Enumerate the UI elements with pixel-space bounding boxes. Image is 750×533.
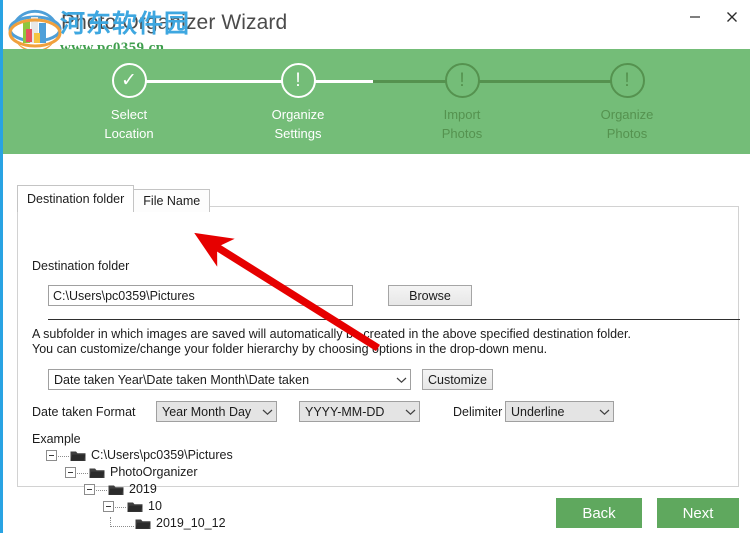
stepper-step-label: Select Location: [104, 107, 154, 141]
tab-destination-folder[interactable]: Destination folder: [17, 185, 135, 212]
tree-node[interactable]: 2019_10_12: [32, 515, 233, 532]
tree-node-label: C:\Users\pc0359\Pictures: [91, 448, 233, 462]
main-content: Destination folder File Name Destination…: [3, 154, 750, 533]
tree-line: [115, 506, 126, 508]
stepper-connector-1: [129, 80, 298, 83]
tree-line: [96, 489, 107, 491]
stepper-step-label: Organize Settings: [271, 107, 325, 141]
folder-icon: [127, 501, 143, 513]
stepper-step-label: Import Photos: [441, 107, 483, 141]
example-label: Example: [32, 432, 81, 446]
chevron-down-icon: [596, 408, 613, 416]
date-format-select[interactable]: Year Month Day: [156, 401, 277, 422]
destination-folder-input[interactable]: [48, 285, 353, 306]
tree-node-label: PhotoOrganizer: [110, 465, 198, 479]
tab-file-name[interactable]: File Name: [133, 189, 211, 212]
delimiter-value: Underline: [511, 404, 565, 419]
stepper-step-import-photos[interactable]: ! Import Photos: [397, 63, 527, 143]
tree-node[interactable]: C:\Users\pc0359\Pictures: [32, 447, 233, 464]
date-pattern-select[interactable]: YYYY-MM-DD: [299, 401, 420, 422]
chevron-down-icon: [393, 376, 410, 384]
exclamation-icon: !: [609, 63, 645, 98]
tree-node-label: 2019_10_12: [156, 516, 226, 530]
date-format-value: Year Month Day: [162, 404, 252, 419]
title-bar: Photo Organizer Wizard: [3, 0, 750, 49]
folder-icon: [70, 450, 86, 462]
date-taken-format-label: Date taken Format: [32, 405, 136, 419]
page-title: Photo Organizer Wizard: [61, 11, 288, 34]
customize-button[interactable]: Customize: [422, 369, 493, 390]
chevron-down-icon: [259, 408, 276, 416]
example-folder-tree: C:\Users\pc0359\Pictures PhotoOrganizer: [32, 447, 233, 532]
description-line-1: A subfolder in which images are saved wi…: [32, 327, 631, 341]
minimize-icon[interactable]: [676, 2, 713, 32]
tree-node[interactable]: 2019: [32, 481, 233, 498]
hierarchy-description: A subfolder in which images are saved wi…: [32, 327, 732, 357]
description-line-2: You can customize/change your folder hie…: [32, 342, 548, 356]
next-button[interactable]: Next: [657, 498, 739, 528]
stepper-step-label: Organize Photos: [600, 107, 654, 141]
stepper-step-organize-photos[interactable]: ! Organize Photos: [562, 63, 692, 143]
folder-hierarchy-select[interactable]: Date taken Year\Date taken Month\Date ta…: [48, 369, 411, 390]
section-divider: [48, 319, 740, 320]
tree-node[interactable]: PhotoOrganizer: [32, 464, 233, 481]
exclamation-icon: !: [444, 63, 480, 98]
folder-hierarchy-value: Date taken Year\Date taken Month\Date ta…: [54, 372, 310, 387]
tree-node[interactable]: 10: [32, 498, 233, 515]
collapse-icon[interactable]: [84, 484, 95, 495]
destination-folder-label: Destination folder: [32, 259, 130, 273]
tree-node-label: 2019: [129, 482, 157, 496]
exclamation-icon: !: [280, 63, 316, 98]
browse-button[interactable]: Browse: [388, 285, 472, 306]
check-icon: ✓: [111, 63, 147, 98]
tree-line: [58, 455, 69, 457]
back-button[interactable]: Back: [556, 498, 642, 528]
delimiter-label: Delimiter: [453, 405, 503, 419]
collapse-icon[interactable]: [65, 467, 76, 478]
app-window: Photo Organizer Wizard 河东软件园 www.pc0359.…: [0, 0, 750, 533]
tab-bar: Destination folder File Name: [17, 185, 211, 212]
delimiter-select[interactable]: Underline: [505, 401, 614, 422]
wizard-stepper: ✓ Select Location ! Organize Settings ! …: [3, 49, 750, 154]
stepper-connector-3: [462, 80, 627, 83]
window-controls: [676, 0, 750, 34]
tree-line: [77, 472, 88, 474]
close-icon[interactable]: [713, 2, 750, 32]
tree-line: [110, 516, 134, 527]
destination-folder-panel: Destination folder Browse A subfolder in…: [17, 206, 740, 530]
date-pattern-value: YYYY-MM-DD: [305, 404, 385, 419]
folder-icon: [135, 518, 151, 530]
folder-icon: [89, 467, 105, 479]
collapse-icon[interactable]: [46, 450, 57, 461]
stepper-step-select-location[interactable]: ✓ Select Location: [64, 63, 194, 143]
stepper-step-organize-settings[interactable]: ! Organize Settings: [233, 63, 363, 143]
tree-node-label: 10: [148, 499, 162, 513]
folder-icon: [108, 484, 124, 496]
chevron-down-icon: [402, 408, 419, 416]
collapse-icon[interactable]: [103, 501, 114, 512]
